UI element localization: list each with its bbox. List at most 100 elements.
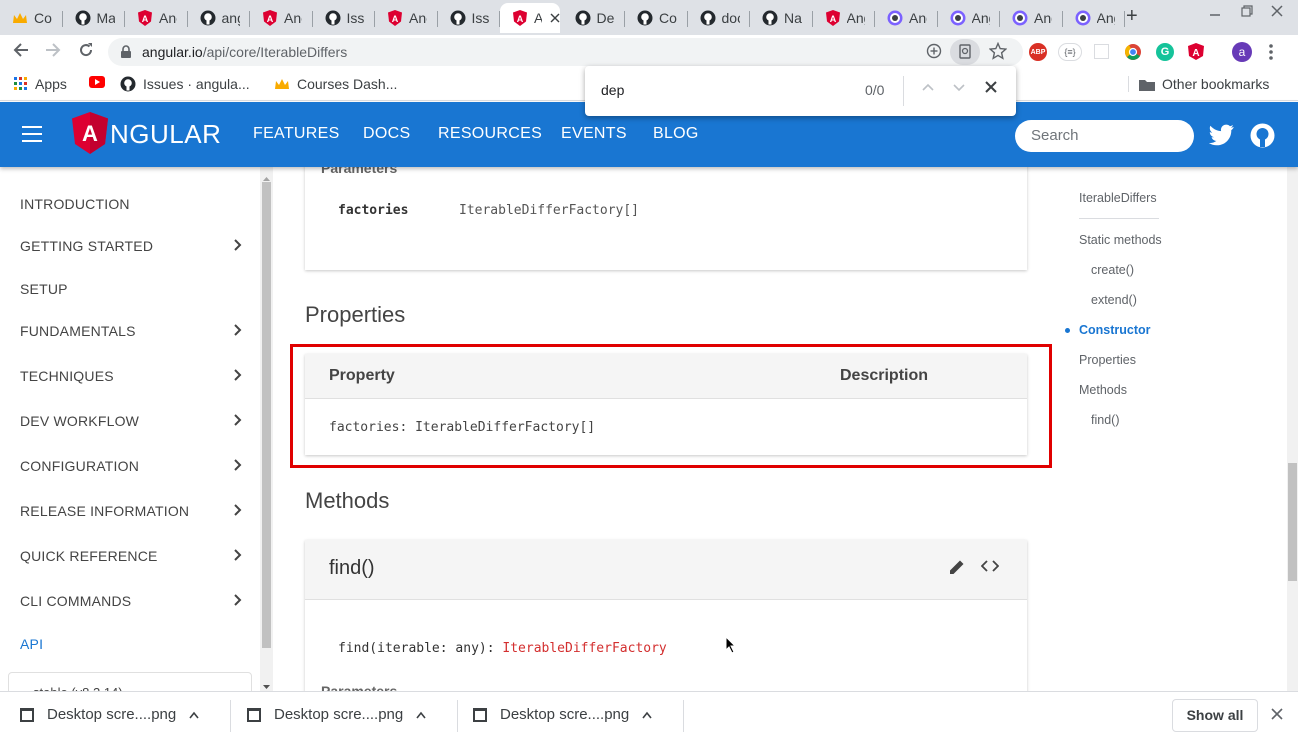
page-scrollbar[interactable] xyxy=(1287,167,1298,691)
download-shelf: Desktop scre....png Desktop scre....png De… xyxy=(0,691,1298,740)
tab[interactable]: Nav xyxy=(750,3,813,33)
nav-link-resources[interactable]: RESOURCES xyxy=(438,125,542,143)
other-bookmarks[interactable]: Other bookmarks xyxy=(1128,76,1269,92)
toc-item[interactable]: Properties xyxy=(1079,353,1136,367)
tab[interactable]: Ang xyxy=(1000,3,1063,33)
tab[interactable]: doc xyxy=(688,3,750,33)
folder-icon xyxy=(1139,78,1155,91)
github-icon[interactable] xyxy=(1250,123,1275,153)
tab[interactable]: Ang xyxy=(875,3,938,33)
add-bookmark-plus-icon[interactable] xyxy=(926,43,942,64)
scroll-up-arrow-icon[interactable] xyxy=(262,170,271,188)
download-separator xyxy=(230,700,231,732)
chevron-right-icon xyxy=(233,237,243,258)
json-extension-icon[interactable]: {≡} xyxy=(1058,43,1082,61)
restore-icon[interactable] xyxy=(1240,4,1254,21)
browser-toolbar: angular.io/api/core/IterableDiffers ABP … xyxy=(0,35,1298,69)
kebab-menu-icon[interactable] xyxy=(1268,43,1274,61)
param-name: factories xyxy=(338,203,409,218)
find-previous-icon[interactable] xyxy=(921,80,935,99)
edit-pencil-icon[interactable] xyxy=(948,558,966,581)
find-in-page-icon[interactable] xyxy=(950,39,980,65)
bookmark-youtube[interactable] xyxy=(89,76,112,88)
github-icon xyxy=(200,10,216,26)
tab[interactable]: Cor xyxy=(625,3,688,33)
file-icon xyxy=(247,707,261,722)
toc-item[interactable]: IterableDiffers xyxy=(1079,191,1157,205)
bookmark-issues[interactable]: Issues · angula... xyxy=(120,76,250,92)
svg-text:A: A xyxy=(517,14,524,24)
download-item[interactable]: Desktop scre....png xyxy=(247,706,427,723)
nav-link-events[interactable]: EVENTS xyxy=(561,125,627,143)
show-all-button[interactable]: Show all xyxy=(1172,699,1258,732)
nav-link-blog[interactable]: BLOG xyxy=(653,125,699,143)
find-next-icon[interactable] xyxy=(952,80,966,99)
tab[interactable]: A Anc xyxy=(125,3,188,33)
toc-item[interactable]: Constructor xyxy=(1079,323,1151,337)
minimize-icon[interactable] xyxy=(1208,4,1222,21)
sig-name: find( xyxy=(338,641,378,656)
back-icon[interactable] xyxy=(12,41,30,59)
chevron-up-icon[interactable] xyxy=(415,707,427,723)
view-source-icon[interactable] xyxy=(980,558,1000,577)
tab[interactable]: Issu xyxy=(313,3,375,33)
url-text: angular.io/api/core/IterableDiffers xyxy=(142,44,347,60)
chrome-extension-icon[interactable] xyxy=(1124,43,1142,61)
tab[interactable]: A Anc xyxy=(250,3,313,33)
toc-item[interactable]: Methods xyxy=(1079,383,1127,397)
site-search-input[interactable]: Search xyxy=(1015,120,1194,152)
download-item[interactable]: Desktop scre....png xyxy=(20,706,200,723)
close-window-icon[interactable] xyxy=(1270,4,1284,21)
profile-avatar[interactable]: a xyxy=(1232,42,1252,62)
download-filename: Desktop scre....png xyxy=(500,706,630,723)
method-signature: find(iterable: any): IterableDifferFacto… xyxy=(338,641,667,656)
sig-return-type[interactable]: IterableDifferFactory xyxy=(502,641,666,656)
tab[interactable]: Cou xyxy=(0,3,63,33)
tab-title: Cor xyxy=(659,10,677,26)
nav-link-docs[interactable]: DOCS xyxy=(363,125,410,143)
download-item[interactable]: Desktop scre....png xyxy=(473,706,653,723)
tab[interactable]: Issu xyxy=(438,3,500,33)
new-tab-button[interactable]: + xyxy=(1126,5,1138,28)
method-card-header xyxy=(305,540,1027,600)
star-icon[interactable] xyxy=(988,41,1008,65)
bookmark-issues-label: Issues · angula... xyxy=(143,76,250,92)
toc-item[interactable]: create() xyxy=(1091,263,1134,277)
toc-item[interactable]: Static methods xyxy=(1079,233,1162,247)
find-close-icon[interactable] xyxy=(984,80,998,99)
tab-title: ang xyxy=(221,10,240,26)
toc-item[interactable]: extend() xyxy=(1091,293,1137,307)
angular-devtools-icon[interactable]: A xyxy=(1188,43,1204,61)
nav-link-features[interactable]: FEATURES xyxy=(253,125,340,143)
address-bar[interactable]: angular.io/api/core/IterableDiffers xyxy=(108,38,1023,66)
bookmark-courses[interactable]: Courses Dash... xyxy=(274,76,397,92)
tab[interactable]: Ang xyxy=(938,3,1000,33)
tab[interactable]: Ang xyxy=(1063,3,1125,33)
close-tab-icon[interactable] xyxy=(550,10,560,26)
page-scroll-thumb[interactable] xyxy=(1288,463,1297,581)
bookmark-apps[interactable]: Apps xyxy=(14,76,67,92)
sidebar-scroll-thumb[interactable] xyxy=(262,182,271,648)
tab[interactable]: A Ang xyxy=(813,3,875,33)
github-icon xyxy=(762,10,778,26)
reload-icon[interactable] xyxy=(77,41,95,59)
blank-extension-icon[interactable] xyxy=(1094,44,1109,59)
close-shelf-icon[interactable] xyxy=(1270,707,1284,726)
twitter-icon[interactable] xyxy=(1208,124,1235,151)
adblock-icon[interactable]: ABP xyxy=(1029,43,1047,61)
tab[interactable]: ang xyxy=(188,3,250,33)
tab[interactable]: A Anc xyxy=(375,3,438,33)
tab[interactable]: Ma xyxy=(63,3,125,33)
hamburger-menu-icon[interactable] xyxy=(22,126,42,142)
tab[interactable]: Dep xyxy=(563,3,625,33)
forward-icon[interactable] xyxy=(44,41,62,59)
grammarly-icon[interactable]: G xyxy=(1156,43,1174,61)
tab-title: Ang xyxy=(909,10,927,26)
tab-active[interactable]: AA xyxy=(500,3,560,33)
angular-logo[interactable]: A NGULAR xyxy=(72,112,221,154)
find-input[interactable]: dep xyxy=(601,82,624,98)
toc-item[interactable]: find() xyxy=(1091,413,1119,427)
tab-title: Ang xyxy=(1096,10,1115,26)
chevron-up-icon[interactable] xyxy=(188,707,200,723)
chevron-up-icon[interactable] xyxy=(641,707,653,723)
